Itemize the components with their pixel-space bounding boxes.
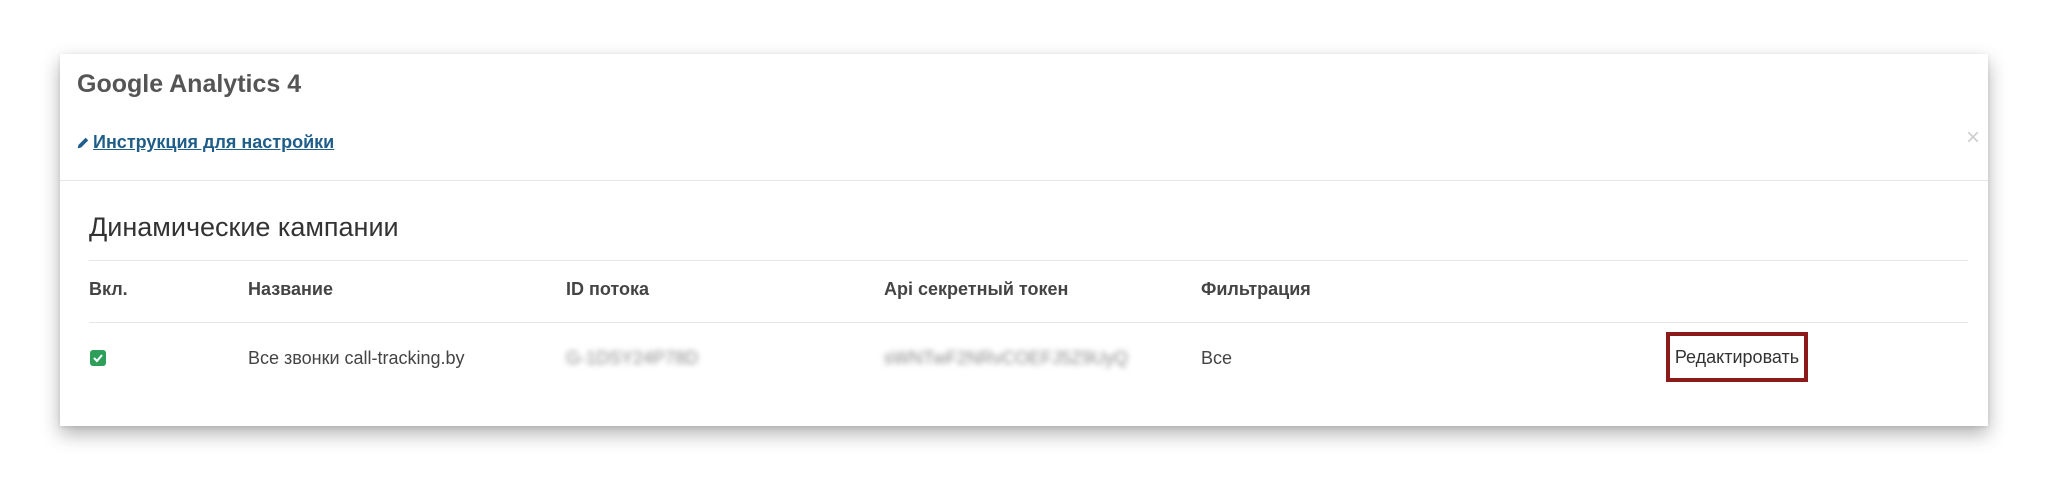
column-header-name: Название xyxy=(248,279,333,299)
close-icon[interactable]: × xyxy=(1966,126,1980,150)
column-header-stream-id: ID потока xyxy=(566,279,650,299)
edit-button[interactable]: Редактировать xyxy=(1666,332,1808,382)
row-stream-id: G-1DSY24P78D xyxy=(566,348,699,368)
column-header-api-token: Api секретный токен xyxy=(884,279,1069,299)
check-icon xyxy=(93,354,103,363)
section-title: Динамические кампании xyxy=(89,212,399,242)
column-header-enabled: Вкл. xyxy=(89,279,128,299)
setup-guide-link[interactable]: Инструкция для настройки xyxy=(76,132,334,153)
setup-guide-link-label: Инструкция для настройки xyxy=(93,132,335,152)
row-api-token: sWNTwF2NRvCOEFJ5Z9UyQ xyxy=(884,348,1129,368)
row-filter: Все xyxy=(1201,348,1233,368)
column-header-filter: Фильтрация xyxy=(1201,279,1311,299)
row-name: Все звонки call-tracking.by xyxy=(248,348,465,368)
header-row-divider xyxy=(89,322,1968,323)
card-header: Google Analytics 4 Инструкция для настро… xyxy=(60,54,1988,181)
card-title: Google Analytics 4 xyxy=(77,70,302,98)
pencil-icon xyxy=(77,137,89,148)
section-divider xyxy=(89,260,1968,261)
enabled-checkbox[interactable] xyxy=(90,350,106,366)
integration-card: Google Analytics 4 Инструкция для настро… xyxy=(60,54,1988,426)
